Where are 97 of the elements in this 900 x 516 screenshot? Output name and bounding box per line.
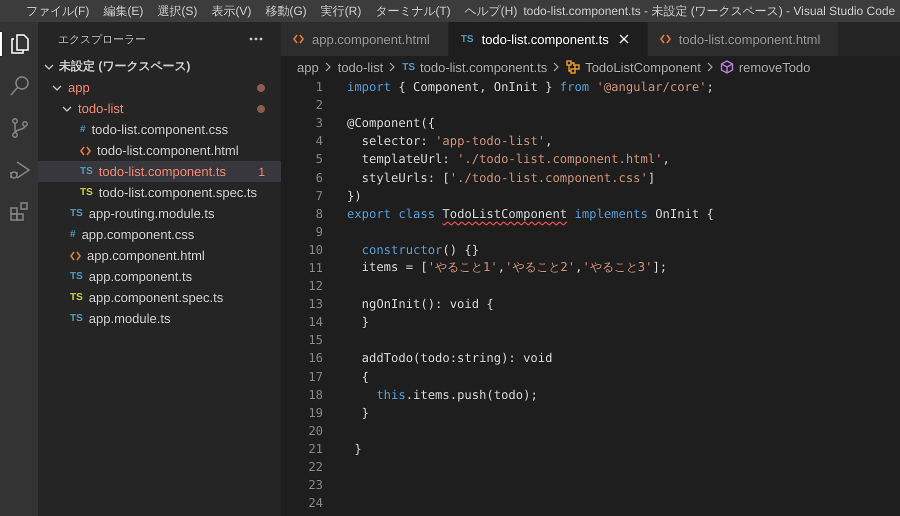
- code-line: }: [360, 315, 370, 330]
- line-number: 8: [314, 206, 323, 221]
- code-line: addTodo(todo:string): void: [360, 351, 552, 366]
- tree-item[interactable]: TS todo-list.component.ts 1: [38, 161, 281, 182]
- editor-tab[interactable]: todo-list.component.html: [648, 22, 840, 56]
- code-line: items = ['やること1','やること2','やること3'];: [360, 259, 668, 276]
- menu-item[interactable]: ヘルプ(H): [456, 2, 524, 20]
- line-number: 10: [307, 242, 323, 257]
- line-number: 5: [314, 152, 323, 166]
- code-brackets-icon: [293, 34, 304, 44]
- chevron-right-icon: [389, 62, 396, 72]
- tree-item[interactable]: TS app.module.ts: [38, 308, 281, 329]
- class-icon: [566, 60, 580, 74]
- line-number: 6: [314, 170, 323, 185]
- window-title: todo-list.component.ts - 未設定 (ワークスペース) - Visual Studio Code: [523, 2, 896, 20]
- cube-icon: [720, 60, 734, 74]
- menu-item[interactable]: ターミナル(T): [367, 2, 457, 20]
- modified-dot-icon: [257, 104, 265, 112]
- code-line: export class TodoListComponent implements OnInit {: [347, 206, 714, 221]
- editor-tab[interactable]: app.component.html: [281, 22, 449, 56]
- workspace-header[interactable]: 未設定 (ワークスペース): [38, 56, 281, 77]
- tree-item[interactable]: todo-list: [38, 98, 281, 119]
- code-line: constructor() {}: [360, 242, 480, 257]
- line-number: 3: [314, 116, 323, 130]
- menu-item[interactable]: ファイル(F): [18, 2, 96, 20]
- tree-item[interactable]: app: [38, 77, 281, 98]
- menu-item[interactable]: 移動(G): [257, 2, 313, 20]
- breadcrumb-item[interactable]: app: [297, 60, 319, 74]
- chevron-right-icon: [706, 62, 714, 72]
- line-number: 14: [307, 315, 323, 330]
- line-number: 19: [307, 406, 323, 420]
- code-line: styleUrls: ['./todo-list.component.css']: [360, 170, 656, 185]
- tree-item[interactable]: TS app.component.ts: [38, 266, 281, 287]
- line-number: 4: [314, 134, 323, 148]
- tree-item[interactable]: # app.component.css: [38, 224, 281, 245]
- code-line: @Component({: [347, 116, 436, 130]
- code-line: {: [360, 370, 370, 384]
- code-line: }: [360, 406, 370, 420]
- tree-item[interactable]: todo-list.component.html: [38, 140, 281, 161]
- tree-item[interactable]: TS todo-list.component.spec.ts: [38, 182, 281, 203]
- tree-item[interactable]: app.component.html: [38, 245, 281, 266]
- menu-item[interactable]: 選択(S): [149, 2, 204, 20]
- line-number: 17: [307, 370, 323, 384]
- line-number: 7: [314, 188, 323, 203]
- problem-count: 1: [258, 164, 265, 178]
- menu-item[interactable]: 編集(E): [95, 2, 150, 20]
- chevron-right-icon: [324, 62, 332, 72]
- editor-tab[interactable]: TS todo-list.component.ts: [448, 22, 648, 56]
- line-number: 13: [307, 297, 323, 312]
- breadcrumb-item[interactable]: removeTodo: [720, 60, 810, 74]
- code-brackets-icon: [660, 34, 671, 44]
- line-number: 9: [314, 224, 323, 239]
- line-number: 1: [314, 80, 323, 94]
- file-type-icon: TS: [70, 271, 83, 282]
- file-type-icon: TS: [70, 313, 83, 324]
- line-number: 18: [307, 388, 323, 402]
- line-number: 24: [307, 496, 323, 510]
- modified-dot-icon: [257, 84, 265, 92]
- code-brackets-icon: [70, 250, 81, 260]
- close-icon[interactable]: [618, 34, 629, 44]
- code-line: templateUrl: './todo-list.component.html',: [360, 152, 670, 166]
- line-number: 22: [307, 460, 323, 474]
- file-type-icon: TS: [70, 208, 83, 219]
- code-line: ngOnInit(): void {: [360, 297, 494, 312]
- chevron-down-icon: [62, 104, 72, 114]
- line-number: 12: [307, 279, 323, 294]
- code-brackets-icon: [80, 146, 91, 156]
- panel-title: エクスプローラー: [58, 32, 146, 46]
- code-line: selector: 'app-todo-list',: [360, 134, 552, 148]
- line-number: 15: [307, 333, 323, 348]
- line-number: 2: [314, 98, 323, 112]
- tree-item[interactable]: # todo-list.component.css: [38, 119, 281, 140]
- file-type-icon: TS: [70, 292, 83, 303]
- line-number: 11: [307, 260, 323, 275]
- breadcrumb-item[interactable]: TodoListComponent: [566, 60, 701, 74]
- line-number: 23: [307, 478, 323, 492]
- code-line: import { Component, OnInit } from '@angular/core';: [347, 80, 714, 94]
- breadcrumb-item[interactable]: todo-list: [338, 60, 384, 74]
- file-type-icon: TS: [80, 187, 93, 198]
- tree-item[interactable]: TS app-routing.module.ts: [38, 203, 281, 224]
- file-type-icon: #: [70, 229, 76, 240]
- line-number: 16: [307, 351, 323, 366]
- menu-item[interactable]: 表示(V): [203, 2, 258, 20]
- chevron-down-icon: [52, 82, 62, 92]
- breadcrumb-item[interactable]: TS todo-list.component.ts: [402, 60, 548, 74]
- tree-item[interactable]: TS app.component.spec.ts: [38, 287, 281, 308]
- more-icon[interactable]: [249, 37, 263, 41]
- file-type-icon: TS: [80, 166, 93, 177]
- line-number: 20: [307, 424, 323, 438]
- chevron-icon: [44, 62, 54, 72]
- menu-item[interactable]: 実行(R): [312, 2, 368, 20]
- line-number: 21: [307, 442, 323, 456]
- code-line: this.items.push(todo);: [375, 388, 538, 402]
- code-line: }: [353, 442, 362, 456]
- chevron-right-icon: [553, 62, 560, 72]
- code-line: }): [347, 188, 362, 203]
- file-type-icon: #: [80, 124, 86, 135]
